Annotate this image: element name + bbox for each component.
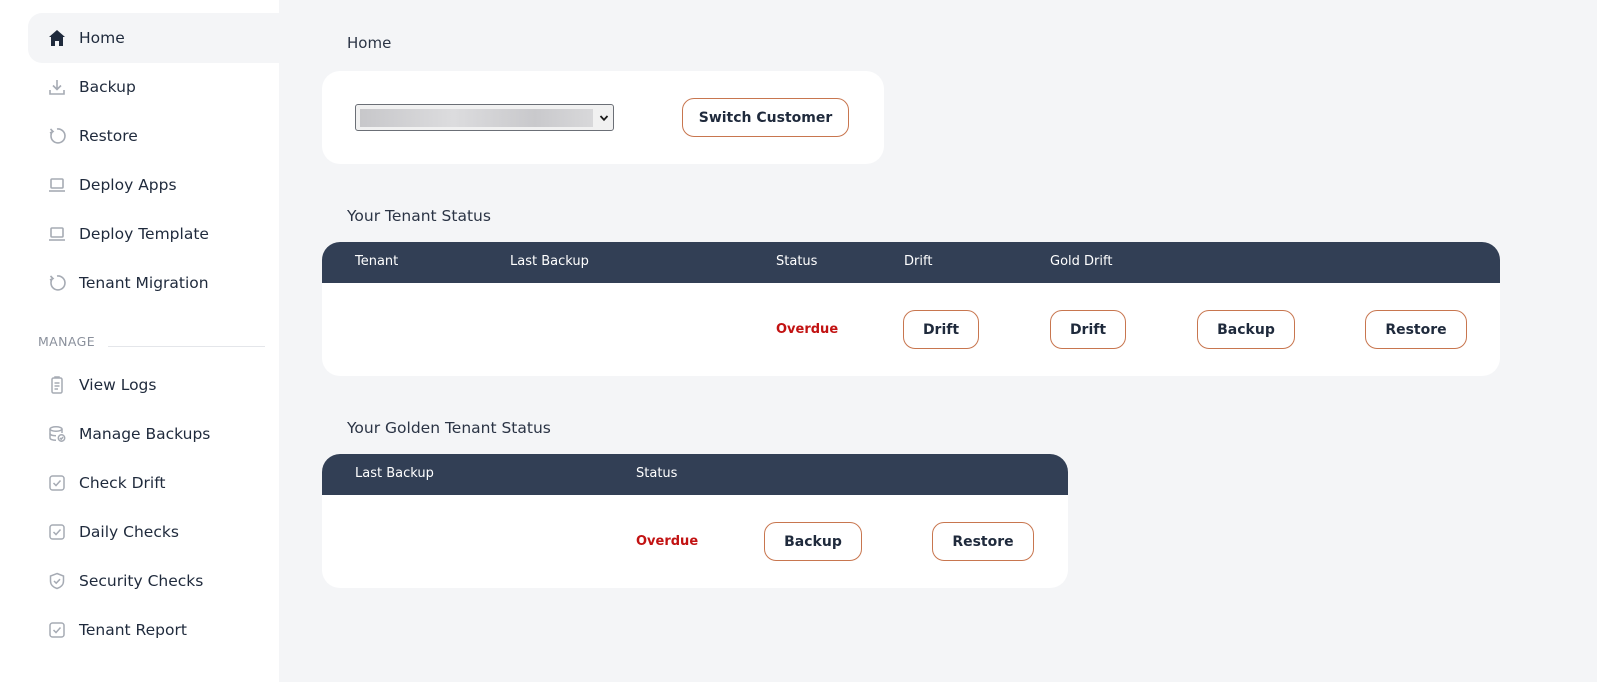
column-header-tenant: Tenant	[355, 254, 399, 269]
manage-section-label: MANAGE	[38, 334, 96, 349]
column-header-status: Status	[636, 466, 678, 481]
chevron-down-icon	[599, 114, 609, 121]
golden-tenant-status-title: Your Golden Tenant Status	[347, 419, 551, 437]
drift-button[interactable]: Drift	[903, 310, 979, 349]
gold-drift-button[interactable]: Drift	[1050, 310, 1126, 349]
sidebar-item-tenant-report[interactable]: Tenant Report	[28, 605, 279, 655]
customer-select[interactable]	[355, 104, 614, 131]
sidebar-item-backup[interactable]: Backup	[28, 62, 279, 112]
sidebar-item-home[interactable]: Home	[28, 13, 279, 63]
sidebar-item-manage-backups[interactable]: Manage Backups	[28, 409, 279, 459]
laptop-icon	[47, 224, 67, 244]
column-header-drift: Drift	[904, 254, 933, 269]
sidebar-item-restore[interactable]: Restore	[28, 111, 279, 161]
tenant-status-title: Your Tenant Status	[347, 207, 491, 225]
sidebar-item-label: Daily Checks	[79, 523, 179, 541]
laptop-icon	[47, 175, 67, 195]
switch-customer-button[interactable]: Switch Customer	[682, 98, 849, 137]
sidebar-item-tenant-migration[interactable]: Tenant Migration	[28, 258, 279, 308]
backup-button[interactable]: Backup	[1197, 310, 1295, 349]
sidebar-item-label: Deploy Template	[79, 225, 209, 243]
sidebar-item-label: Home	[79, 29, 125, 47]
sidebar-item-label: Deploy Apps	[79, 176, 177, 194]
database-icon	[47, 424, 67, 444]
shield-check-icon	[47, 571, 67, 591]
divider	[108, 346, 265, 347]
status-badge: Overdue	[776, 322, 839, 337]
sidebar-item-label: Restore	[79, 127, 138, 145]
sidebar-item-deploy-template[interactable]: Deploy Template	[28, 209, 279, 259]
column-header-last-backup: Last Backup	[510, 254, 589, 269]
check-square-icon	[47, 522, 67, 542]
sidebar-item-label: View Logs	[79, 376, 157, 394]
sidebar-item-label: Tenant Report	[79, 621, 187, 639]
golden-restore-button[interactable]: Restore	[932, 522, 1034, 561]
download-icon	[47, 77, 67, 97]
sidebar-item-label: Backup	[79, 78, 136, 96]
sidebar-item-label: Security Checks	[79, 572, 204, 590]
clipboard-icon	[47, 375, 67, 395]
sidebar-item-security-checks[interactable]: Security Checks	[28, 556, 279, 606]
column-header-last-backup: Last Backup	[355, 466, 434, 481]
column-header-status: Status	[776, 254, 818, 269]
table-header: Last Backup Status	[322, 454, 1068, 495]
check-square-icon	[47, 473, 67, 493]
customer-select-value	[360, 108, 593, 127]
status-badge: Overdue	[636, 534, 699, 549]
sidebar-item-daily-checks[interactable]: Daily Checks	[28, 507, 279, 557]
tenant-status-table: Tenant Last Backup Status Drift Gold Dri…	[322, 242, 1500, 376]
golden-backup-button[interactable]: Backup	[764, 522, 862, 561]
sidebar-item-deploy-apps[interactable]: Deploy Apps	[28, 160, 279, 210]
restore-icon	[47, 273, 67, 293]
sidebar: Home Backup Restore Deploy Apps Deploy T…	[0, 0, 279, 682]
home-icon	[47, 28, 67, 48]
sidebar-item-check-drift[interactable]: Check Drift	[28, 458, 279, 508]
restore-button[interactable]: Restore	[1365, 310, 1467, 349]
restore-icon	[47, 126, 67, 146]
page-title: Home	[347, 34, 392, 52]
sidebar-item-label: Check Drift	[79, 474, 166, 492]
sidebar-item-label: Manage Backups	[79, 425, 211, 443]
golden-tenant-status-table: Last Backup Status Overdue Backup Restor…	[322, 454, 1068, 588]
sidebar-item-view-logs[interactable]: View Logs	[28, 360, 279, 410]
column-header-gold-drift: Gold Drift	[1050, 254, 1113, 269]
table-header: Tenant Last Backup Status Drift Gold Dri…	[322, 242, 1500, 283]
sidebar-item-label: Tenant Migration	[79, 274, 209, 292]
check-square-icon	[47, 620, 67, 640]
